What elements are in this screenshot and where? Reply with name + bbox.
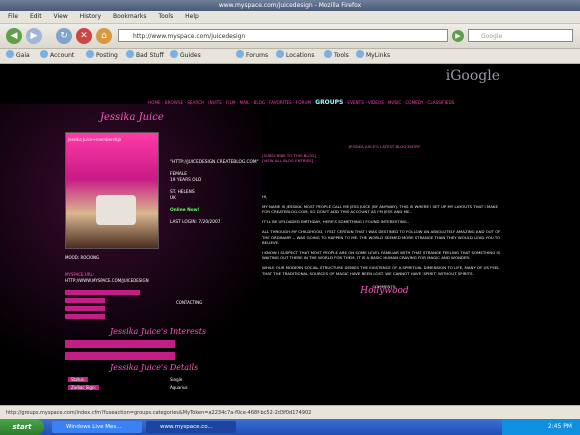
- bookmark-posting[interactable]: Posting: [86, 49, 118, 63]
- profile-right-column: JESSIKA JUICE'S LATEST BLOG ENTRY [SUBSC…: [262, 104, 507, 404]
- bookmark-gaia[interactable]: Gaia: [6, 49, 30, 63]
- myspace-url-label: MYSPACE URL:: [65, 272, 95, 277]
- page-content: iGoogle HOME · BROWSE · SEARCH · INVITE …: [0, 64, 580, 405]
- menu-view[interactable]: View: [54, 13, 68, 20]
- interests-bar: [65, 352, 175, 360]
- bookmark-icon: [40, 50, 48, 58]
- contact-label: CONTACTING: [176, 300, 203, 305]
- photo-caption: Jessika Juice+membership: [68, 137, 121, 142]
- url-text: http://www.myspace.com/juicedesign: [133, 33, 246, 40]
- about-paragraph: IT'LL BE UPLOADED BIRTHDAY, HERE'S SOMET…: [262, 219, 410, 225]
- menu-help[interactable]: Help: [185, 13, 199, 20]
- about-paragraph: I KNOW I SUSPECT THAT MOST PEOPLE ARE ON…: [262, 250, 501, 261]
- window-title: www.myspace.com/juicedesign - Mozilla Fi…: [218, 2, 362, 9]
- mug-shape: [96, 195, 136, 225]
- online-now-badge: Online Now!: [170, 208, 200, 213]
- bookmark-icon: [324, 50, 332, 58]
- info-age: 19 YEARS OLD: [170, 178, 202, 183]
- about-paragraph: ALL THROUGH MY CHILDHOOD, I FELT CERTAIN…: [262, 229, 501, 245]
- info-country: UK: [170, 196, 176, 201]
- profile-name-title: Jessika Juice: [100, 112, 164, 123]
- contact-button[interactable]: [65, 314, 105, 319]
- navigation-toolbar: ◀ ▶ ↻ ✕ ⌂ http://www.myspace.com/juicede…: [0, 24, 580, 49]
- about-paragraph: HI,: [262, 193, 268, 199]
- taskbar: start Windows Live Mes... www.myspace.co…: [0, 419, 580, 435]
- google-logo: iGoogle: [445, 68, 500, 84]
- mood-text: MOOD: ROCKING: [65, 255, 100, 260]
- forward-arrow-icon[interactable]: ▶: [26, 28, 42, 44]
- taskbar-item-firefox[interactable]: www.myspace.co...: [146, 421, 236, 433]
- bookmark-icon: [236, 50, 244, 58]
- clock: 2:45 PM: [547, 423, 572, 430]
- bookmark-guides[interactable]: Guides: [170, 49, 201, 63]
- bookmarks-bar: Gaia Account Posting Bad Stuff Guides Fo…: [0, 49, 580, 64]
- taskbar-item-messenger[interactable]: Windows Live Mes...: [52, 421, 142, 433]
- view-blog-entries-link[interactable]: [VIEW ALL BLOG ENTRIES]: [262, 158, 507, 163]
- profile-left-column: Jessika Juice Jessika Juice+membership "…: [0, 104, 262, 404]
- home-icon[interactable]: ⌂: [96, 28, 112, 44]
- info-last-login: LAST LOGIN: 7/20/2007: [170, 220, 221, 225]
- contact-button[interactable]: [65, 306, 105, 311]
- detail-zodiac-value: Aquarius: [170, 385, 188, 390]
- about-paragraph: WHILE OUR MODERN SOCIAL STRUCTURE DENIES…: [262, 265, 500, 276]
- menu-bookmarks[interactable]: Bookmarks: [113, 13, 147, 20]
- blog-heading: JESSIKA JUICE'S LATEST BLOG ENTRY: [348, 144, 421, 149]
- detail-zodiac-key: Zodiac Sign:: [68, 385, 99, 390]
- system-tray: 2:45 PM: [502, 419, 580, 435]
- bookmark-icon: [86, 50, 94, 58]
- bookmark-tools[interactable]: Tools: [324, 49, 349, 63]
- contact-button[interactable]: [65, 298, 105, 303]
- bookmark-icon: [276, 50, 284, 58]
- detail-status-value: Single: [170, 377, 183, 382]
- window-titlebar: www.myspace.com/juicedesign - Mozilla Fi…: [0, 0, 580, 11]
- menu-history[interactable]: History: [80, 13, 101, 20]
- detail-status-key: Status:: [68, 377, 89, 382]
- contact-box-bar: [65, 290, 140, 295]
- bookmark-icon: [6, 50, 14, 58]
- bookmark-icon: [126, 50, 134, 58]
- back-arrow-icon[interactable]: ◀: [6, 28, 22, 44]
- about-paragraph: MY NAME IS JESSIKA. MOST PEOPLE CALL ME …: [262, 203, 498, 215]
- menu-bar: File Edit View History Bookmarks Tools H…: [0, 11, 580, 24]
- bookmark-icon: [170, 50, 178, 58]
- profile-info: "HTTP://JUICEDESIGN.CREATEBLOG.COM" FEMA…: [170, 160, 262, 226]
- menu-file[interactable]: File: [8, 13, 18, 20]
- status-bar: http://groups.myspace.com/index.cfm?fuse…: [0, 405, 580, 419]
- info-url: "HTTP://JUICEDESIGN.CREATEBLOG.COM": [170, 160, 259, 165]
- interests-bar: [65, 340, 175, 348]
- signature-text: Hollywood: [360, 286, 409, 297]
- menu-edit[interactable]: Edit: [30, 13, 42, 20]
- search-placeholder: Google: [481, 33, 503, 40]
- menu-tools[interactable]: Tools: [158, 13, 173, 20]
- url-bar[interactable]: http://www.myspace.com/juicedesign: [118, 29, 448, 42]
- start-button[interactable]: start: [0, 419, 44, 435]
- status-text: http://groups.myspace.com/index.cfm?fuse…: [6, 410, 312, 416]
- bookmark-icon: [356, 50, 364, 58]
- interests-title: Jessika Juice's Interests: [110, 327, 207, 336]
- bookmark-account[interactable]: Account: [40, 49, 74, 63]
- bookmark-bad-stuff[interactable]: Bad Stuff: [126, 49, 164, 63]
- myspace-url[interactable]: HTTP://WWW.MYSPACE.COM/JUICEDESIGN: [65, 278, 149, 283]
- reload-icon[interactable]: ↻: [56, 28, 72, 44]
- bookmark-forums[interactable]: Forums: [236, 49, 268, 63]
- details-title: Jessika Juice's Details: [110, 363, 199, 372]
- search-field[interactable]: Google: [468, 29, 573, 42]
- bookmark-mylinks[interactable]: MyLinks: [356, 49, 390, 63]
- profile-photo[interactable]: Jessika Juice+membership: [65, 132, 159, 249]
- bookmark-locations[interactable]: Locations: [276, 49, 315, 63]
- go-icon[interactable]: ▶: [452, 30, 464, 42]
- stop-icon[interactable]: ✕: [76, 28, 92, 44]
